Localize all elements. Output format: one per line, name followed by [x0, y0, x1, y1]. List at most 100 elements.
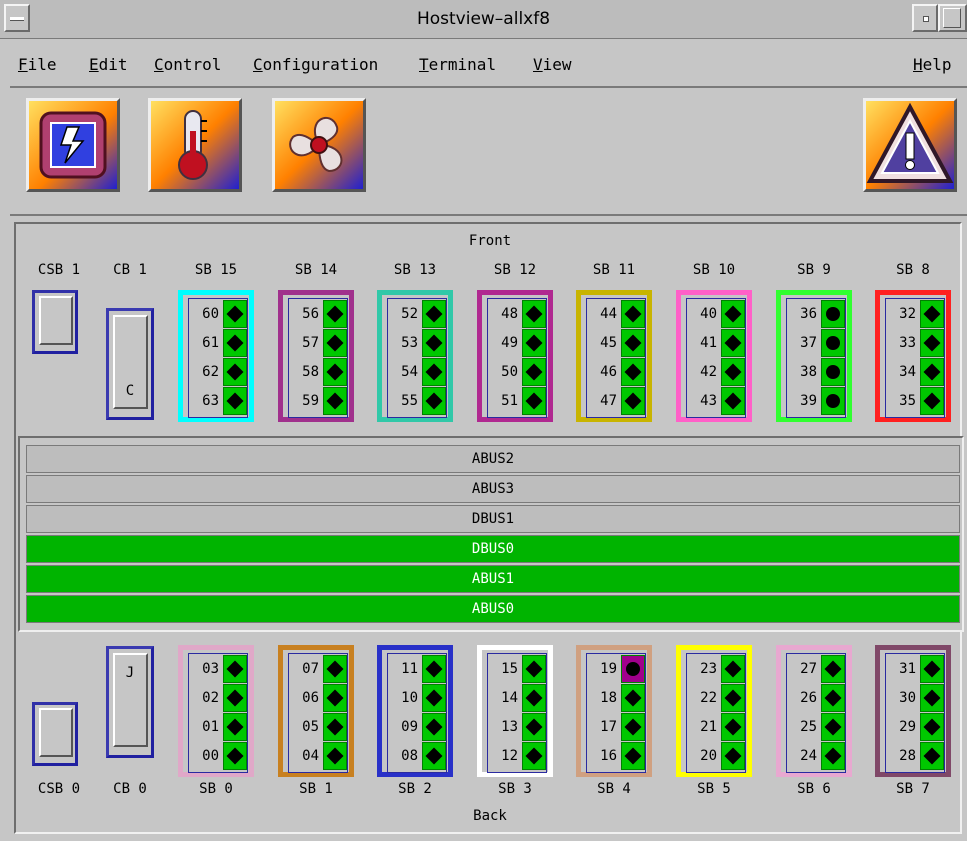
- menu-file[interactable]: File: [18, 55, 57, 74]
- cpu-03-status[interactable]: [223, 655, 247, 683]
- cpu-10-status[interactable]: [422, 684, 446, 712]
- sb-12-board[interactable]: 48 49 50 51: [477, 290, 553, 422]
- menu-view[interactable]: View: [533, 55, 572, 74]
- cpu-62-status[interactable]: [223, 358, 247, 386]
- cpu-14-status[interactable]: [522, 684, 546, 712]
- cpu-34-status[interactable]: [920, 358, 944, 386]
- cpu-36-status[interactable]: [821, 300, 845, 328]
- menu-terminal[interactable]: Terminal: [419, 55, 496, 74]
- cpu-41-status[interactable]: [721, 329, 745, 357]
- cpu-45-status[interactable]: [621, 329, 645, 357]
- bus-abus1[interactable]: ABUS1: [26, 565, 960, 593]
- cpu-47-status[interactable]: [621, 387, 645, 415]
- cpu-35-status[interactable]: [920, 387, 944, 415]
- maximize-button[interactable]: [938, 4, 967, 32]
- cpu-46-status[interactable]: [621, 358, 645, 386]
- cpu-53-status[interactable]: [422, 329, 446, 357]
- window-menu-button[interactable]: [4, 4, 30, 32]
- cpu-09-status[interactable]: [422, 713, 446, 741]
- cpu-54-status[interactable]: [422, 358, 446, 386]
- cpu-39-status[interactable]: [821, 387, 845, 415]
- cpu-59-status[interactable]: [323, 387, 347, 415]
- cpu-44-status[interactable]: [621, 300, 645, 328]
- cpu-49-status[interactable]: [522, 329, 546, 357]
- menu-control[interactable]: Control: [154, 55, 221, 74]
- cb-1-board[interactable]: C: [106, 308, 154, 420]
- cpu-28-status[interactable]: [920, 742, 944, 770]
- cpu-63-status[interactable]: [223, 387, 247, 415]
- cpu-40-status[interactable]: [721, 300, 745, 328]
- bus-abus2[interactable]: ABUS2: [26, 445, 960, 473]
- cpu-01-status[interactable]: [223, 713, 247, 741]
- sb-9-board[interactable]: 36 37 38 39: [776, 290, 852, 422]
- cpu-20-status[interactable]: [721, 742, 745, 770]
- cpu-15-status[interactable]: [522, 655, 546, 683]
- cpu-48-status[interactable]: [522, 300, 546, 328]
- cpu-26-status[interactable]: [821, 684, 845, 712]
- sb-10-board[interactable]: 40 41 42 43: [676, 290, 752, 422]
- sb-13-board[interactable]: 52 53 54 55: [377, 290, 453, 422]
- cpu-16-status[interactable]: [621, 742, 645, 770]
- cpu-06-status[interactable]: [323, 684, 347, 712]
- cpu-33-status[interactable]: [920, 329, 944, 357]
- sb-14-board[interactable]: 56 57 58 59: [278, 290, 354, 422]
- cpu-12-status[interactable]: [522, 742, 546, 770]
- fan-button[interactable]: [272, 98, 366, 192]
- sb-15-board[interactable]: 60 61 62 63: [178, 290, 254, 422]
- sb-3-board[interactable]: 15 14 13 12: [477, 645, 553, 777]
- cpu-19-status[interactable]: [621, 655, 645, 683]
- cpu-55-status[interactable]: [422, 387, 446, 415]
- sb-2-board[interactable]: 11 10 09 08: [377, 645, 453, 777]
- cpu-37-status[interactable]: [821, 329, 845, 357]
- cb-0-board[interactable]: J: [106, 646, 154, 758]
- cpu-22-status[interactable]: [721, 684, 745, 712]
- menu-configuration[interactable]: Configuration: [253, 55, 378, 74]
- cpu-50-status[interactable]: [522, 358, 546, 386]
- cpu-21-status[interactable]: [721, 713, 745, 741]
- cpu-60-status[interactable]: [223, 300, 247, 328]
- cpu-52-status[interactable]: [422, 300, 446, 328]
- bus-abus0[interactable]: ABUS0: [26, 595, 960, 623]
- cpu-13-status[interactable]: [522, 713, 546, 741]
- cpu-17-status[interactable]: [621, 713, 645, 741]
- cpu-32-status[interactable]: [920, 300, 944, 328]
- power-button[interactable]: [26, 98, 120, 192]
- cpu-42-status[interactable]: [721, 358, 745, 386]
- sb-4-board[interactable]: 19 18 17 16: [576, 645, 652, 777]
- csb-1-board[interactable]: [32, 290, 78, 354]
- cpu-11-status[interactable]: [422, 655, 446, 683]
- menu-edit[interactable]: Edit: [89, 55, 128, 74]
- cpu-23-status[interactable]: [721, 655, 745, 683]
- cpu-30-status[interactable]: [920, 684, 944, 712]
- bus-dbus0[interactable]: DBUS0: [26, 535, 960, 563]
- cpu-29-status[interactable]: [920, 713, 944, 741]
- cpu-31-status[interactable]: [920, 655, 944, 683]
- temperature-button[interactable]: [148, 98, 242, 192]
- sb-1-board[interactable]: 07 06 05 04: [278, 645, 354, 777]
- cpu-61-status[interactable]: [223, 329, 247, 357]
- cpu-38-status[interactable]: [821, 358, 845, 386]
- cpu-58-status[interactable]: [323, 358, 347, 386]
- sb-8-board[interactable]: 32 33 34 35: [875, 290, 951, 422]
- cpu-57-status[interactable]: [323, 329, 347, 357]
- bus-dbus1[interactable]: DBUS1: [26, 505, 960, 533]
- cpu-08-status[interactable]: [422, 742, 446, 770]
- sb-5-board[interactable]: 23 22 21 20: [676, 645, 752, 777]
- cpu-05-status[interactable]: [323, 713, 347, 741]
- cpu-24-status[interactable]: [821, 742, 845, 770]
- sb-6-board[interactable]: 27 26 25 24: [776, 645, 852, 777]
- bus-abus3[interactable]: ABUS3: [26, 475, 960, 503]
- cpu-07-status[interactable]: [323, 655, 347, 683]
- sb-11-board[interactable]: 44 45 46 47: [576, 290, 652, 422]
- cpu-04-status[interactable]: [323, 742, 347, 770]
- cpu-02-status[interactable]: [223, 684, 247, 712]
- minimize-button[interactable]: [912, 4, 938, 32]
- cpu-18-status[interactable]: [621, 684, 645, 712]
- sb-0-board[interactable]: 03 02 01 00: [178, 645, 254, 777]
- cpu-00-status[interactable]: [223, 742, 247, 770]
- cpu-43-status[interactable]: [721, 387, 745, 415]
- cpu-56-status[interactable]: [323, 300, 347, 328]
- alert-button[interactable]: [863, 98, 957, 192]
- cpu-25-status[interactable]: [821, 713, 845, 741]
- cpu-51-status[interactable]: [522, 387, 546, 415]
